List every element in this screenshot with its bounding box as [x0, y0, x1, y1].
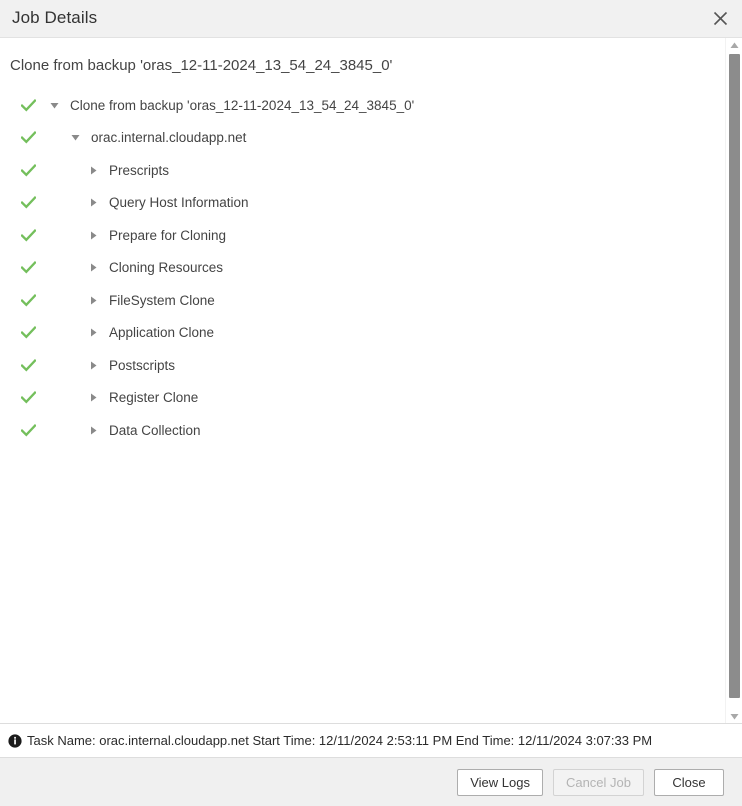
status-check-icon — [0, 163, 46, 177]
job-task-tree: Clone from backup 'oras_12-11-2024_13_54… — [0, 89, 742, 447]
tree-node[interactable]: Query Host Information — [85, 195, 249, 210]
chevron-right-icon[interactable] — [85, 328, 101, 337]
status-bar-text: Task Name: orac.internal.cloudapp.net St… — [27, 733, 653, 748]
tree-node-label: Prepare for Cloning — [109, 227, 227, 243]
status-check-icon — [0, 326, 46, 339]
chevron-right-icon[interactable] — [85, 393, 101, 402]
status-bar: Task Name: orac.internal.cloudapp.net St… — [0, 723, 742, 758]
status-check-icon — [0, 131, 46, 144]
dialog-footer: View Logs Cancel Job Close — [0, 758, 742, 806]
chevron-right-icon[interactable] — [85, 263, 101, 272]
tree-node-label: FileSystem Clone — [109, 292, 215, 308]
status-check-icon — [0, 391, 46, 404]
dialog-title: Job Details — [12, 8, 98, 27]
info-icon — [7, 733, 22, 748]
tree-node-label: Postscripts — [109, 357, 176, 373]
tree-node-label: orac.internal.cloudapp.net — [91, 130, 247, 146]
close-icon[interactable] — [706, 6, 734, 32]
close-button[interactable]: Close — [654, 768, 724, 796]
job-heading: Clone from backup 'oras_12-11-2024_13_54… — [10, 57, 393, 74]
status-check-icon — [0, 358, 46, 372]
chevron-right-icon[interactable] — [85, 231, 101, 240]
chevron-right-icon[interactable] — [85, 361, 101, 370]
tree-row[interactable]: FileSystem Clone — [0, 284, 742, 317]
tree-node[interactable]: orac.internal.cloudapp.net — [67, 130, 246, 145]
tree-row[interactable]: Application Clone — [0, 317, 742, 350]
status-check-icon — [0, 293, 46, 307]
scrollbar-thumb[interactable] — [729, 54, 740, 698]
status-check-icon — [0, 98, 46, 112]
chevron-right-icon[interactable] — [85, 296, 101, 305]
view-logs-button[interactable]: View Logs — [457, 768, 543, 796]
dialog-titlebar: Job Details — [0, 0, 742, 38]
status-check-icon — [0, 196, 46, 209]
tree-row[interactable]: Query Host Information — [0, 187, 742, 220]
tree-row[interactable]: Postscripts — [0, 349, 742, 382]
tree-node[interactable]: Postscripts — [85, 358, 175, 373]
chevron-down-icon[interactable] — [46, 102, 62, 109]
tree-node-label: Application Clone — [109, 325, 215, 341]
tree-node-label: Query Host Information — [109, 195, 249, 211]
tree-node[interactable]: Prepare for Cloning — [85, 228, 226, 243]
tree-node-label: Register Clone — [109, 390, 199, 406]
tree-node[interactable]: Prescripts — [85, 163, 169, 178]
chevron-right-icon[interactable] — [85, 166, 101, 175]
tree-node-label: Prescripts — [109, 162, 170, 178]
chevron-right-icon[interactable] — [85, 426, 101, 435]
tree-row[interactable]: Clone from backup 'oras_12-11-2024_13_54… — [0, 89, 742, 122]
tree-node[interactable]: Application Clone — [85, 325, 214, 340]
status-check-icon — [0, 261, 46, 274]
chevron-down-icon[interactable] — [67, 134, 83, 141]
tree-row[interactable]: Cloning Resources — [0, 252, 742, 285]
tree-row[interactable]: Prepare for Cloning — [0, 219, 742, 252]
chevron-right-icon[interactable] — [85, 198, 101, 207]
tree-node-label: Clone from backup 'oras_12-11-2024_13_54… — [70, 97, 415, 113]
scroll-up-arrow-icon[interactable] — [726, 38, 742, 52]
tree-row[interactable]: Prescripts — [0, 154, 742, 187]
tree-node[interactable]: Clone from backup 'oras_12-11-2024_13_54… — [46, 98, 414, 113]
tree-node-label: Data Collection — [109, 422, 201, 438]
cancel-job-button: Cancel Job — [552, 768, 644, 796]
tree-node[interactable]: Data Collection — [85, 423, 201, 438]
tree-row[interactable]: Data Collection — [0, 414, 742, 447]
tree-node[interactable]: Cloning Resources — [85, 260, 223, 275]
tree-node-label: Cloning Resources — [109, 260, 224, 276]
tree-row[interactable]: Register Clone — [0, 382, 742, 415]
status-check-icon — [0, 228, 46, 242]
scrollbar-track[interactable] — [726, 52, 742, 709]
tree-row[interactable]: orac.internal.cloudapp.net — [0, 122, 742, 155]
tree-node[interactable]: FileSystem Clone — [85, 293, 215, 308]
job-details-dialog: Job Details Clone from backup 'oras_12-1… — [0, 0, 742, 806]
vertical-scrollbar[interactable] — [725, 38, 742, 723]
scroll-down-arrow-icon[interactable] — [726, 709, 742, 723]
status-check-icon — [0, 423, 46, 437]
dialog-body: Clone from backup 'oras_12-11-2024_13_54… — [0, 38, 742, 723]
tree-node[interactable]: Register Clone — [85, 390, 198, 405]
